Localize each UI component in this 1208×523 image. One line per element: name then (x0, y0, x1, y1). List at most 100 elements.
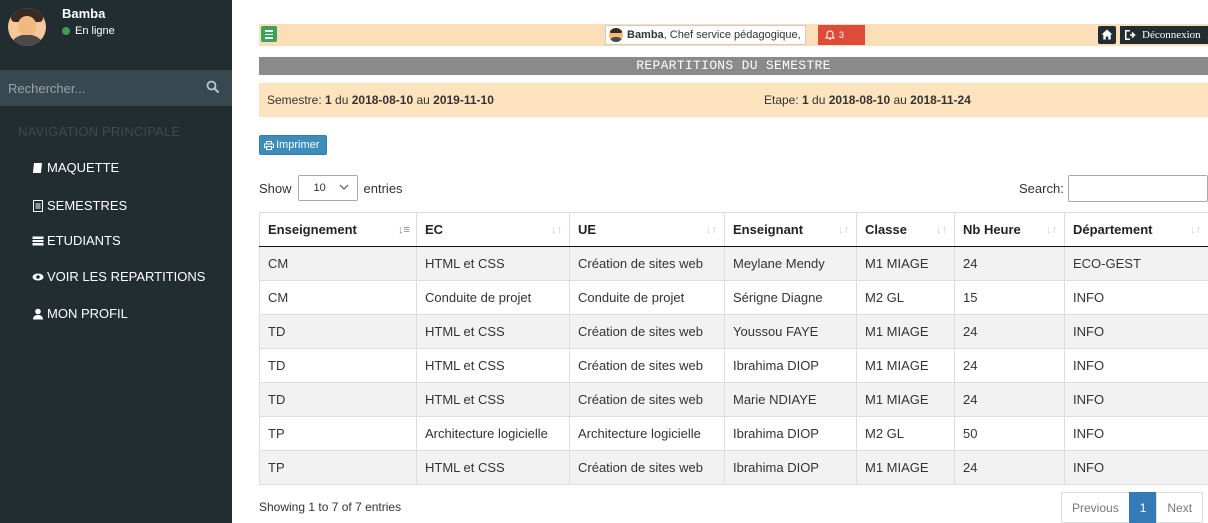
online-dot-icon (62, 27, 70, 35)
column-header-enseignant[interactable]: Enseignant ↓↑ (724, 212, 857, 247)
table-cell: Ibrahima DIOP (724, 450, 857, 485)
sidebar-item-maquette[interactable]: MAQUETTE (32, 160, 119, 175)
table-row: TP Architecture logicielle Architecture lo… (259, 416, 1208, 451)
entries-select[interactable]: 10 (297, 175, 358, 201)
sidebar-item-label: MON PROFIL (47, 306, 128, 321)
table-cell: INFO (1064, 348, 1208, 383)
table-cell: 24 (954, 382, 1065, 417)
file-icon (33, 199, 43, 212)
table-cell: Architecture logicielle (416, 416, 570, 451)
table-cell: HTML et CSS (416, 348, 570, 383)
etape-au: au (890, 93, 911, 107)
column-header-classe[interactable]: Classe ↓↑ (856, 212, 955, 247)
table-cell: Création de sites web (569, 246, 725, 281)
table-cell: HTML et CSS (416, 450, 570, 485)
table-cell: TP (259, 450, 417, 485)
sidebar-item-label: ETUDIANTS (47, 233, 121, 248)
table-cell: 24 (954, 450, 1065, 485)
sidebar-item-semestres[interactable]: SEMESTRES (32, 198, 127, 213)
notifications-button[interactable]: 3 (818, 25, 865, 45)
sort-icon: ↓↑ (1190, 224, 1201, 236)
sort-icon: ↓↑ (551, 224, 562, 236)
sign-out-icon (1125, 30, 1136, 40)
table-cell: INFO (1064, 280, 1208, 315)
sidebar-item-label: SEMESTRES (47, 198, 128, 213)
table-search-input[interactable] (1067, 175, 1208, 202)
user-icon (33, 308, 43, 319)
print-button[interactable]: Imprimer (259, 135, 327, 155)
table-cell: M1 MIAGE (856, 450, 955, 485)
repartitions-table: Enseignement ↓≡ EC ↓↑ UE ↓↑ Enseignant ↓↑ Cl… (259, 212, 1208, 485)
previous-page-button[interactable]: Previous (1061, 492, 1130, 523)
header-label: UE (578, 222, 597, 237)
semestre-end: 2019-11-10 (433, 93, 494, 107)
print-label: Imprimer (276, 139, 320, 151)
etape-label: Etape: (764, 93, 803, 107)
table-row: TD HTML et CSS Création de sites web Ibrahi… (259, 348, 1208, 383)
pagination: Previous 1 Next (1061, 492, 1204, 523)
topbar-user-role: , Chef service pédagogique, (663, 29, 801, 41)
table-cell: TP (259, 416, 417, 451)
next-page-button[interactable]: Next (1156, 492, 1204, 523)
column-header-departement[interactable]: Département ↓↑ (1064, 212, 1208, 247)
table-cell: M1 MIAGE (856, 314, 955, 349)
home-button[interactable] (1098, 26, 1116, 44)
header-label: EC (425, 222, 444, 237)
table-cell: Création de sites web (569, 314, 725, 349)
book-icon (33, 162, 42, 173)
semestre-du: du (331, 93, 352, 107)
sidebar-search-input[interactable] (0, 70, 190, 106)
user-status: En ligne (62, 25, 115, 37)
entries-length-control: Show 10 entries (259, 175, 403, 201)
table-cell: 15 (954, 280, 1065, 315)
table-cell: Youssou FAYE (724, 314, 857, 349)
table-cell: 24 (954, 246, 1065, 281)
table-cell: HTML et CSS (416, 246, 570, 281)
user-chip[interactable]: Bamba , Chef service pédagogique, (605, 25, 806, 45)
logout-button[interactable]: Déconnexion (1120, 26, 1208, 44)
table-row: TP HTML et CSS Création de sites web Ibrahi… (259, 450, 1208, 485)
column-header-nb-heure[interactable]: Nb Heure ↓↑ (954, 212, 1065, 247)
table-cell: CM (259, 280, 417, 315)
user-avatar-icon (609, 28, 623, 42)
table-header-row: Enseignement ↓≡ EC ↓↑ UE ↓↑ Enseignant ↓↑ Cl… (259, 212, 1208, 247)
sidebar-item-etudiants[interactable]: ETUDIANTS (32, 233, 121, 248)
header-label: Classe (865, 222, 907, 237)
menu-toggle-button[interactable] (261, 26, 277, 42)
avatar (8, 8, 46, 46)
table-cell: Conduite de projet (569, 280, 725, 315)
sidebar-item-repartitions[interactable]: VOIR LES REPARTITIONS (32, 269, 205, 284)
sidebar-item-profil[interactable]: MON PROFIL (32, 306, 128, 321)
table-cell: M1 MIAGE (856, 348, 955, 383)
sidebar-item-label: MAQUETTE (47, 160, 120, 175)
notification-count: 3 (839, 30, 845, 40)
nav-header: NAVIGATION PRINCIPALE (18, 124, 181, 139)
sort-icon: ↓↑ (838, 224, 849, 236)
semestre-label: Semestre: (267, 93, 326, 107)
table-cell: TD (259, 382, 417, 417)
table-cell: INFO (1064, 416, 1208, 451)
user-panel: Bamba En ligne (0, 0, 232, 56)
sort-icon: ↓↑ (706, 224, 717, 236)
logout-label: Déconnexion (1142, 29, 1201, 41)
table-cell: ECO-GEST (1064, 246, 1208, 281)
table-cell: 50 (954, 416, 1065, 451)
table-cell: Sérigne Diagne (724, 280, 857, 315)
header-label: Enseignement (268, 222, 357, 237)
table-cell: HTML et CSS (416, 382, 570, 417)
page-1-button[interactable]: 1 (1128, 492, 1158, 523)
table-cell: TD (259, 348, 417, 383)
column-header-ue[interactable]: UE ↓↑ (569, 212, 725, 247)
list-icon (32, 236, 44, 245)
search-icon[interactable] (206, 80, 220, 94)
table-cell: Création de sites web (569, 382, 725, 417)
column-header-enseignement[interactable]: Enseignement ↓≡ (259, 212, 417, 247)
table-cell: Conduite de projet (416, 280, 570, 315)
semestre-start: 2018-08-10 (351, 93, 414, 107)
semestre-num: 1 (325, 93, 332, 107)
table-cell: INFO (1064, 382, 1208, 417)
eye-icon (32, 273, 44, 280)
column-header-ec[interactable]: EC ↓↑ (416, 212, 570, 247)
table-cell: HTML et CSS (416, 314, 570, 349)
sidebar: Bamba En ligne NAVIGATION PRINCIPALE MAQ… (0, 0, 232, 523)
